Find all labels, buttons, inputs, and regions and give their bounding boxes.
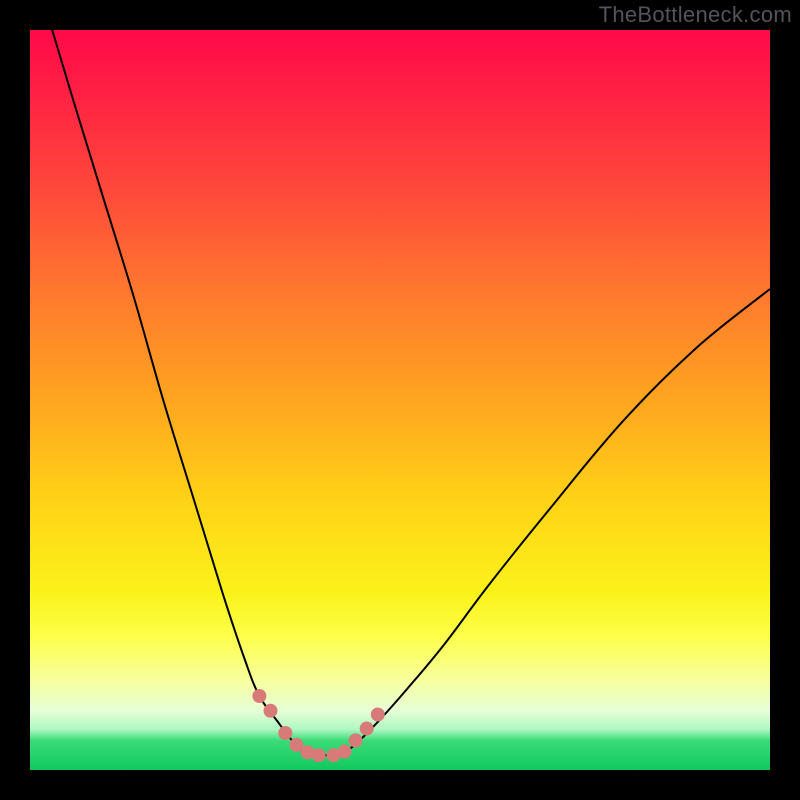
trough-marker: [264, 704, 278, 718]
chart-frame: TheBottleneck.com: [0, 0, 800, 800]
plot-area: [30, 30, 770, 770]
trough-marker: [312, 748, 326, 762]
trough-marker: [278, 726, 292, 740]
trough-marker: [338, 745, 352, 759]
trough-marker: [252, 689, 266, 703]
chart-svg: [30, 30, 770, 770]
bottleneck-curve-left: [52, 30, 311, 755]
trough-marker: [371, 708, 385, 722]
trough-marker: [360, 722, 374, 736]
trough-markers: [252, 689, 384, 762]
watermark-text: TheBottleneck.com: [599, 2, 792, 28]
bottleneck-curve-right: [341, 289, 770, 755]
trough-marker: [349, 733, 363, 747]
